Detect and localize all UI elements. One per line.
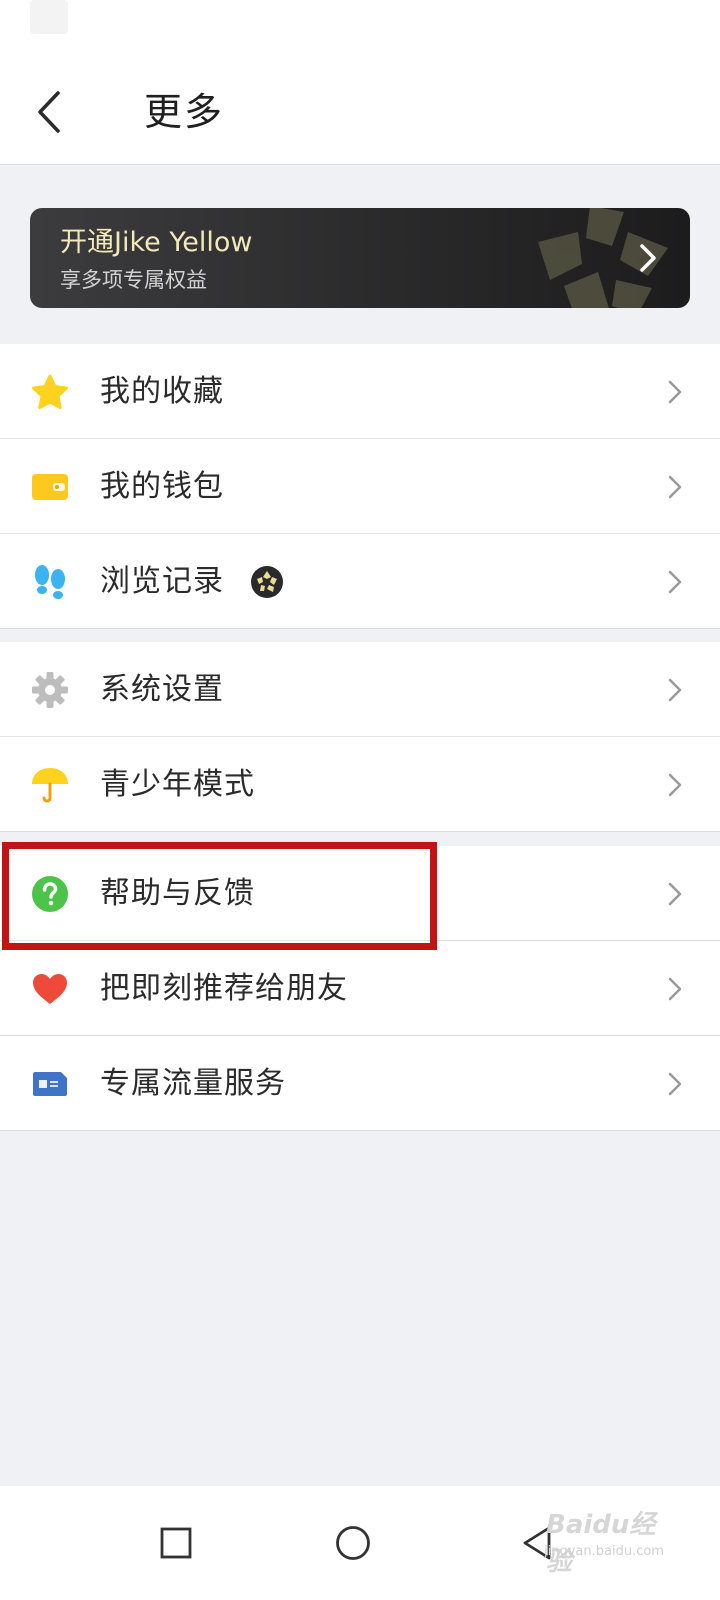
menu-item-teen-mode[interactable]: 青少年模式 [0,737,720,832]
menu-item-label: 系统设置 [100,672,224,707]
chevron-right-icon [668,380,682,404]
umbrella-icon [30,766,70,804]
recent-apps-button[interactable] [141,1508,211,1578]
jike-yellow-badge-icon [251,566,283,598]
recent-apps-icon [160,1527,192,1559]
menu-item-label: 青少年模式 [100,767,255,802]
menu-group-settings: 系统设置 青少年模式 [0,642,720,832]
help-icon [30,875,70,913]
back-triangle-icon [523,1526,551,1560]
chevron-right-icon [668,1072,682,1096]
menu-item-label: 帮助与反馈 [100,876,255,911]
banner-subtitle: 享多项专属权益 [60,268,207,292]
chevron-left-icon [38,91,60,133]
back-system-button[interactable] [502,1508,572,1578]
footprints-icon [30,563,70,601]
banner-title: 开通Jike Yellow [60,227,253,258]
heart-icon [30,970,70,1008]
chevron-right-icon [668,882,682,906]
gear-icon [30,671,70,709]
star-icon [30,373,70,411]
chevron-right-icon [640,244,656,272]
menu-item-label: 专属流量服务 [100,1066,286,1101]
menu-group-support: 帮助与反馈 把即刻推荐给朋友 专属流量服务 [0,846,720,1131]
menu-item-label: 把即刻推荐给朋友 [100,971,348,1006]
menu-item-recommend-friends[interactable]: 把即刻推荐给朋友 [0,941,720,1036]
menu-item-label: 浏览记录 [100,564,224,599]
status-bar [0,0,720,60]
back-button[interactable] [24,82,74,142]
menu-item-help-feedback[interactable]: 帮助与反馈 [0,846,720,941]
system-nav-bar [0,1486,720,1600]
chevron-right-icon [668,570,682,594]
menu-group-personal: 我的收藏 我的钱包 浏览记录 [0,344,720,629]
home-icon [336,1526,370,1560]
wallet-icon [30,468,70,506]
menu-item-history[interactable]: 浏览记录 [0,534,720,629]
home-button[interactable] [318,1508,388,1578]
menu-item-wallet[interactable]: 我的钱包 [0,439,720,534]
header: 更多 [0,60,720,165]
menu-item-label: 我的钱包 [100,469,224,504]
chevron-right-icon [668,678,682,702]
menu-item-data-service[interactable]: 专属流量服务 [0,1036,720,1131]
status-icon [30,0,68,34]
chevron-right-icon [668,773,682,797]
menu-item-favorites[interactable]: 我的收藏 [0,344,720,439]
menu-item-settings[interactable]: 系统设置 [0,642,720,737]
jike-yellow-banner[interactable]: 开通Jike Yellow 享多项专属权益 [30,208,690,308]
page-title: 更多 [144,90,225,134]
sim-card-icon [30,1065,70,1103]
chevron-right-icon [668,475,682,499]
menu-item-label: 我的收藏 [100,374,224,409]
chevron-right-icon [668,977,682,1001]
